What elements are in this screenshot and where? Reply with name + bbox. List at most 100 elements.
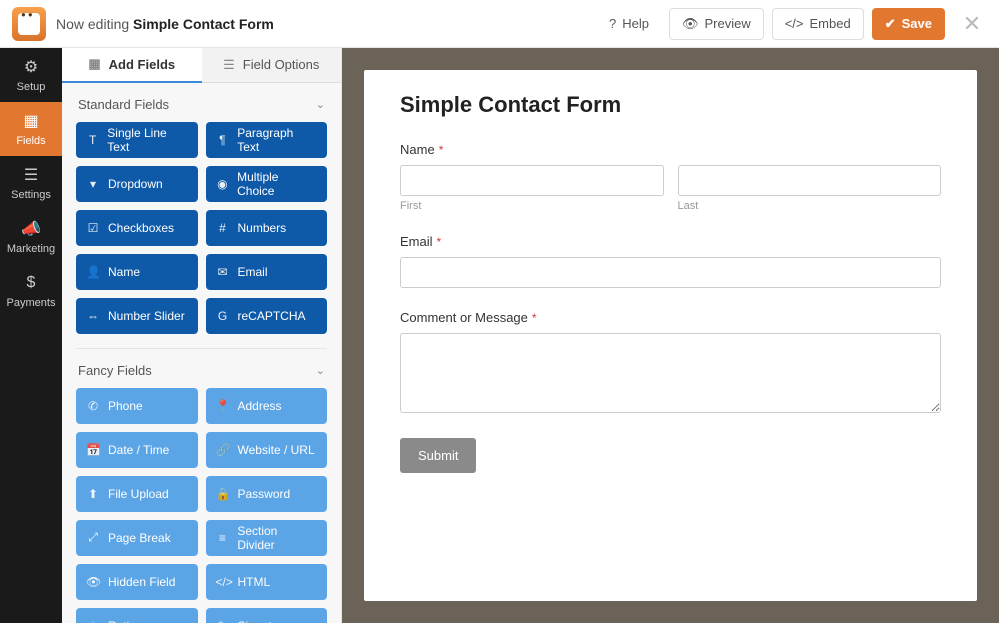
field-numbers[interactable]: # Numbers — [206, 210, 328, 246]
nav-setup[interactable]: ⚙ Setup — [0, 48, 62, 102]
name-label: Name* — [400, 142, 941, 157]
field-label: Checkboxes — [108, 221, 174, 235]
field-label: Rating — [108, 619, 143, 623]
field-label: Section Divider — [237, 524, 317, 552]
field-email[interactable]: Email* — [400, 234, 941, 288]
chevron-down-icon: ⌄ — [316, 364, 325, 377]
field-label: reCAPTCHA — [238, 309, 306, 323]
section-standard-fields[interactable]: Standard Fields ⌄ — [76, 83, 327, 122]
field-label: Phone — [108, 399, 143, 413]
email-input[interactable] — [400, 257, 941, 288]
wpforms-logo — [12, 7, 46, 41]
field-label: Single Line Text — [107, 126, 187, 154]
help-button[interactable]: ? Help — [597, 8, 661, 40]
hidden-field-icon: 👁 — [86, 575, 100, 589]
code-icon: </> — [785, 16, 804, 31]
field-label: Date / Time — [108, 443, 169, 457]
close-icon[interactable]: ✕ — [957, 11, 987, 37]
field-label: Email — [238, 265, 268, 279]
field-label: Numbers — [238, 221, 287, 235]
layout-icon: ▦ — [88, 56, 100, 72]
field-date-time[interactable]: 📅 Date / Time — [76, 432, 198, 468]
main-nav: ⚙ Setup ▦ Fields ☰ Settings 📣 Marketing … — [0, 48, 62, 623]
single-line-text-icon: T — [86, 133, 99, 147]
last-sublabel: Last — [678, 200, 942, 212]
field-website-url[interactable]: 🔗Website / URL — [206, 432, 328, 468]
field-label: Website / URL — [238, 443, 315, 457]
first-sublabel: First — [400, 200, 664, 212]
field-name[interactable]: Name* First Last — [400, 142, 941, 212]
field-paragraph-text[interactable]: ¶ Paragraph Text — [206, 122, 328, 158]
sliders-icon: ☰ — [223, 57, 235, 73]
nav-settings[interactable]: ☰ Settings — [0, 156, 62, 210]
checkboxes-icon: ☑ — [86, 221, 100, 235]
dropdown-icon: ▾ — [86, 177, 100, 191]
megaphone-icon: 📣 — [20, 219, 42, 239]
field-section-divider[interactable]: ≡Section Divider — [206, 520, 328, 556]
paragraph-text-icon: ¶ — [216, 133, 230, 147]
field-phone[interactable]: ✆ Phone — [76, 388, 198, 424]
field-label: HTML — [238, 575, 271, 589]
comment-textarea[interactable] — [400, 333, 941, 413]
check-icon: ✔ — [885, 16, 896, 32]
chevron-down-icon: ⌄ — [316, 98, 325, 111]
section-fancy-fields[interactable]: Fancy Fields ⌄ — [76, 349, 327, 388]
field-label: Multiple Choice — [237, 170, 317, 198]
preview-button[interactable]: 👁 Preview — [669, 8, 764, 40]
file-upload-icon: ⬆ — [86, 487, 100, 501]
sidebar-tabs: ▦ Add Fields ☰ Field Options — [62, 48, 341, 83]
date-time-icon: 📅 — [86, 443, 100, 457]
field-comment[interactable]: Comment or Message* — [400, 310, 941, 416]
signature-icon: ✎ — [216, 619, 230, 623]
submit-button[interactable]: Submit — [400, 438, 476, 473]
topbar: Now editing Simple Contact Form ? Help 👁… — [0, 0, 999, 48]
form-card: Simple Contact Form Name* First Last — [364, 70, 977, 601]
field-multiple-choice[interactable]: ◉ Multiple Choice — [206, 166, 328, 202]
email-label: Email* — [400, 234, 941, 249]
field-file-upload[interactable]: ⬆ File Upload — [76, 476, 198, 512]
field-label: Address — [238, 399, 282, 413]
password-icon: 🔒 — [216, 487, 230, 501]
field-label: Paragraph Text — [237, 126, 317, 154]
field-label: Number Slider — [108, 309, 185, 323]
field-hidden-field[interactable]: 👁Hidden Field — [76, 564, 198, 600]
field-html[interactable]: </> HTML — [206, 564, 328, 600]
nav-payments[interactable]: $ Payments — [0, 264, 62, 318]
field-number-slider[interactable]: ⇔Number Slider — [76, 298, 198, 334]
nav-marketing[interactable]: 📣 Marketing — [0, 210, 62, 264]
field-rating[interactable]: ★ Rating — [76, 608, 198, 623]
field-signature[interactable]: ✎Signature — [206, 608, 328, 623]
recaptcha-icon: G — [216, 309, 230, 323]
field-dropdown[interactable]: ▾ Dropdown — [76, 166, 198, 202]
first-name-input[interactable] — [400, 165, 664, 196]
help-icon: ? — [609, 16, 616, 31]
nav-fields[interactable]: ▦ Fields — [0, 102, 62, 156]
save-button[interactable]: ✔ Save — [872, 8, 945, 40]
multiple-choice-icon: ◉ — [216, 177, 230, 191]
field-single-line-text[interactable]: T Single Line Text — [76, 122, 198, 158]
page-break-icon: ⤢ — [86, 530, 100, 545]
tab-add-fields[interactable]: ▦ Add Fields — [62, 48, 202, 83]
rating-icon: ★ — [86, 619, 100, 623]
last-name-input[interactable] — [678, 165, 942, 196]
tab-field-options[interactable]: ☰ Field Options — [202, 48, 342, 83]
field-label: File Upload — [108, 487, 169, 501]
grid-icon: ▦ — [20, 111, 42, 131]
field-recaptcha[interactable]: GreCAPTCHA — [206, 298, 328, 334]
field-email[interactable]: ✉ Email — [206, 254, 328, 290]
html-icon: </> — [216, 575, 230, 589]
field-page-break[interactable]: ⤢Page Break — [76, 520, 198, 556]
field-checkboxes[interactable]: ☑ Checkboxes — [76, 210, 198, 246]
field-label: Dropdown — [108, 177, 163, 191]
comment-label: Comment or Message* — [400, 310, 941, 325]
embed-button[interactable]: </> Embed — [772, 8, 864, 40]
phone-icon: ✆ — [86, 399, 100, 413]
email-icon: ✉ — [216, 265, 230, 279]
field-label: Name — [108, 265, 140, 279]
numbers-icon: # — [216, 221, 230, 235]
field-address[interactable]: 📍Address — [206, 388, 328, 424]
name-icon: 👤 — [86, 265, 100, 279]
field-name[interactable]: 👤 Name — [76, 254, 198, 290]
field-password[interactable]: 🔒Password — [206, 476, 328, 512]
now-editing-label: Now editing Simple Contact Form — [56, 16, 274, 32]
